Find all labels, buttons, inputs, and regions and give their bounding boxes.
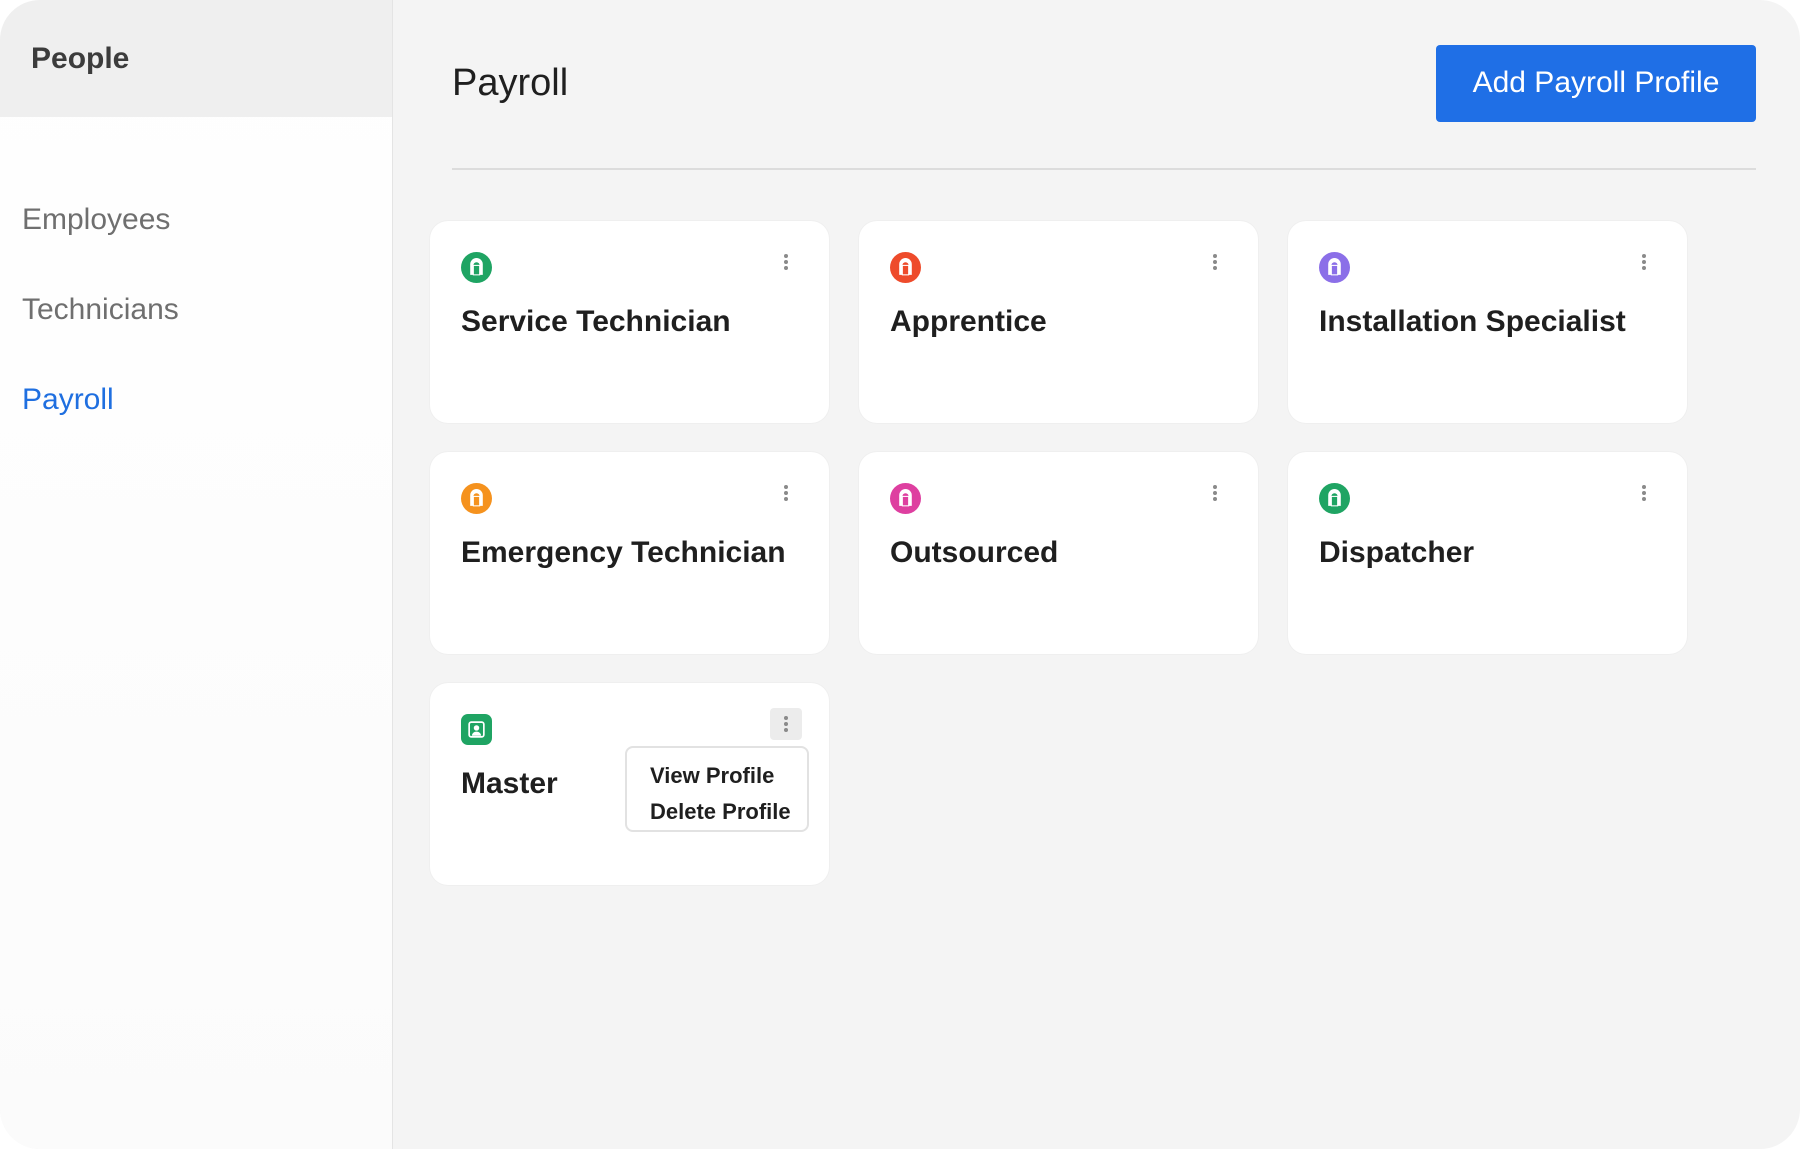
main-content: Payroll Add Payroll Profile Service Tech… (393, 0, 1800, 1149)
profile-options-menu: View Profile Delete Profile (625, 746, 809, 832)
user-profile-icon (461, 714, 492, 745)
card-title: Dispatcher (1319, 536, 1475, 569)
app-window: People Employees Technicians Payroll Pay… (0, 0, 1800, 1149)
profile-icon (890, 483, 921, 514)
more-options-icon[interactable] (770, 246, 802, 278)
main-header: Payroll Add Payroll Profile (452, 0, 1756, 170)
page-title: Payroll (452, 61, 569, 104)
more-options-icon[interactable] (1628, 246, 1660, 278)
profile-card-installation-specialist[interactable]: Installation Specialist (1288, 221, 1687, 423)
card-title: Service Technician (461, 305, 731, 338)
more-options-icon[interactable] (1199, 246, 1231, 278)
profile-icon (1319, 252, 1350, 283)
profile-card-emergency-technician[interactable]: Emergency Technician (430, 452, 829, 654)
profile-icon (1319, 483, 1350, 514)
delete-profile-menu-item[interactable]: Delete Profile (650, 794, 807, 830)
sidebar-item-employees[interactable]: Employees (0, 175, 392, 265)
profile-card-master[interactable]: Master View Profile Delete Profile (430, 683, 829, 885)
more-options-icon[interactable] (1628, 477, 1660, 509)
profile-icon (461, 483, 492, 514)
add-payroll-profile-button[interactable]: Add Payroll Profile (1436, 44, 1756, 122)
profile-icon (461, 252, 492, 283)
view-profile-menu-item[interactable]: View Profile (650, 758, 807, 794)
sidebar: People Employees Technicians Payroll (0, 0, 393, 1149)
sidebar-item-payroll[interactable]: Payroll (0, 355, 392, 445)
profile-card-service-technician[interactable]: Service Technician (430, 221, 829, 423)
card-title: Outsourced (890, 536, 1059, 569)
sidebar-header: People (0, 0, 392, 117)
profile-card-outsourced[interactable]: Outsourced (859, 452, 1258, 654)
profile-card-dispatcher[interactable]: Dispatcher (1288, 452, 1687, 654)
profile-card-apprentice[interactable]: Apprentice (859, 221, 1258, 423)
sidebar-title: People (31, 41, 130, 75)
sidebar-item-technicians[interactable]: Technicians (0, 265, 392, 355)
more-options-icon[interactable] (1199, 477, 1231, 509)
payroll-profile-grid: Service Technician Apprentice Installati… (430, 221, 1687, 885)
card-title: Emergency Technician (461, 536, 786, 569)
more-options-icon[interactable] (770, 708, 802, 740)
card-title: Master (461, 767, 558, 800)
card-title: Apprentice (890, 305, 1047, 338)
profile-icon (890, 252, 921, 283)
sidebar-nav: Employees Technicians Payroll (0, 117, 392, 445)
card-title: Installation Specialist (1319, 305, 1626, 338)
more-options-icon[interactable] (770, 477, 802, 509)
